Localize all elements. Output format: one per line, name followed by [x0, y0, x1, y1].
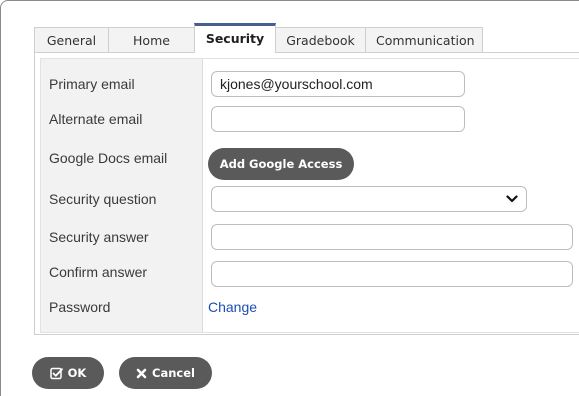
cancel-button[interactable]: Cancel [119, 357, 212, 389]
tab-general[interactable]: General [34, 27, 109, 53]
ok-label: OK [67, 366, 87, 380]
tab-home[interactable]: Home [108, 27, 195, 53]
security-form: Primary email kjones@yourschool.com Alte… [40, 58, 579, 333]
primary-email-label: Primary email [49, 76, 135, 92]
password-label: Password [49, 299, 111, 315]
tab-communication[interactable]: Communication [365, 27, 483, 53]
security-question-label: Security question [49, 191, 157, 207]
tab-security[interactable]: Security [194, 23, 276, 53]
x-icon [136, 368, 147, 378]
tab-gradebook[interactable]: Gradebook [275, 27, 366, 53]
security-answer-label: Security answer [49, 229, 149, 245]
checkbox-icon [49, 367, 63, 379]
add-google-access-button[interactable]: Add Google Access [208, 148, 354, 180]
change-password-link[interactable]: Change [208, 299, 257, 315]
google-docs-email-label: Google Docs email [49, 150, 168, 166]
settings-dialog: General Home Security Gradebook Communic… [0, 0, 579, 396]
security-question-select[interactable] [211, 186, 527, 212]
security-panel: Primary email kjones@yourschool.com Alte… [34, 52, 579, 335]
confirm-answer-label: Confirm answer [49, 264, 148, 280]
confirm-answer-field[interactable] [211, 261, 573, 287]
security-answer-field[interactable] [211, 224, 573, 250]
primary-email-field[interactable]: kjones@yourschool.com [211, 71, 465, 97]
cancel-label: Cancel [152, 366, 195, 380]
tab-bar: General Home Security Gradebook Communic… [34, 22, 483, 53]
alternate-email-field[interactable] [211, 106, 465, 132]
ok-button[interactable]: OK [32, 357, 104, 389]
chevron-down-icon [506, 195, 518, 203]
alternate-email-label: Alternate email [49, 111, 143, 127]
